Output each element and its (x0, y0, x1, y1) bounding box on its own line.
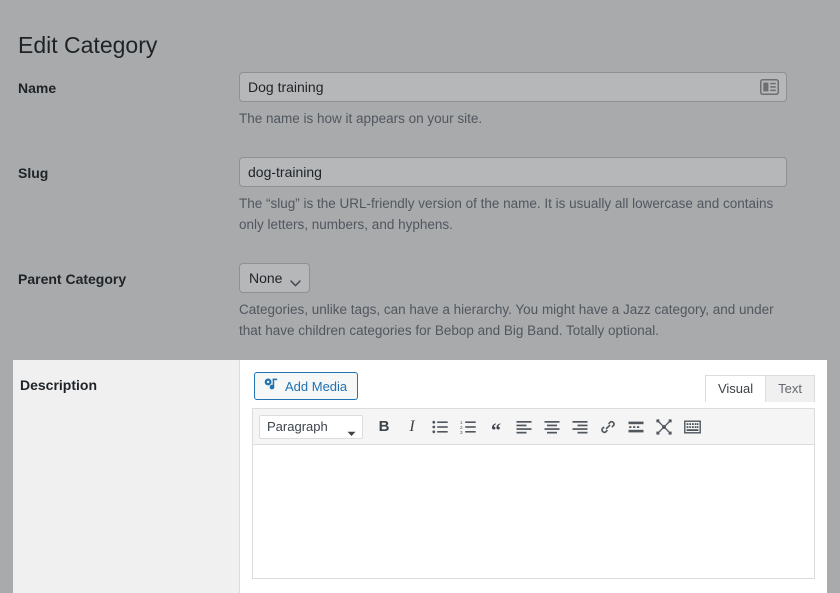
bold-button[interactable]: B (371, 414, 397, 440)
toolbar-toggle-button[interactable] (679, 414, 705, 440)
page-title: Edit Category (18, 31, 157, 61)
numbered-list-button[interactable]: 1 2 3 (455, 414, 481, 440)
editor-tabs: Visual Text (706, 375, 815, 402)
fullscreen-button[interactable] (651, 414, 677, 440)
tab-visual[interactable]: Visual (705, 375, 766, 402)
name-field-group: The name is how it appears on your site. (239, 72, 787, 130)
paragraph-format-select[interactable]: Paragraph (259, 415, 363, 439)
align-right-button[interactable] (567, 414, 593, 440)
slug-field-group: The “slug” is the URL-friendly version o… (239, 157, 787, 236)
name-help-text: The name is how it appears on your site. (239, 109, 779, 130)
description-editor: Add Media Visual Text Paragraph B I (239, 360, 827, 593)
slug-help-text: The “slug” is the URL-friendly version o… (239, 194, 779, 236)
name-label: Name (18, 80, 218, 96)
align-center-button[interactable] (539, 414, 565, 440)
slug-input[interactable] (239, 157, 787, 187)
bulleted-list-button[interactable] (427, 414, 453, 440)
description-panel: Description Add Media Visual Text (13, 360, 827, 593)
blockquote-button[interactable]: “ (483, 414, 509, 440)
media-add-icon (263, 377, 279, 396)
description-content-area[interactable] (252, 444, 815, 579)
svg-text:3: 3 (460, 429, 463, 433)
parent-category-help-text: Categories, unlike tags, can have a hier… (239, 300, 779, 342)
slug-label: Slug (18, 165, 218, 181)
insert-link-button[interactable] (595, 414, 621, 440)
read-more-button[interactable] (623, 414, 649, 440)
parent-category-select-wrap: None (239, 263, 310, 293)
format-select-wrap: Paragraph (259, 415, 369, 439)
slug-input-wrap (239, 157, 787, 187)
parent-category-field-group: None Categories, unlike tags, can have a… (239, 263, 787, 342)
parent-category-label: Parent Category (18, 271, 218, 287)
editor-header-row: Add Media Visual Text (240, 360, 827, 408)
editor-toolbar: Paragraph B I (252, 408, 815, 444)
italic-button[interactable]: I (399, 414, 425, 440)
tab-text[interactable]: Text (765, 375, 815, 402)
name-input-wrap (239, 72, 787, 102)
description-label: Description (20, 377, 97, 393)
add-media-label: Add Media (285, 379, 347, 394)
align-left-button[interactable] (511, 414, 537, 440)
add-media-button[interactable]: Add Media (254, 372, 358, 400)
name-input[interactable] (239, 72, 787, 102)
parent-category-select[interactable]: None (239, 263, 310, 293)
